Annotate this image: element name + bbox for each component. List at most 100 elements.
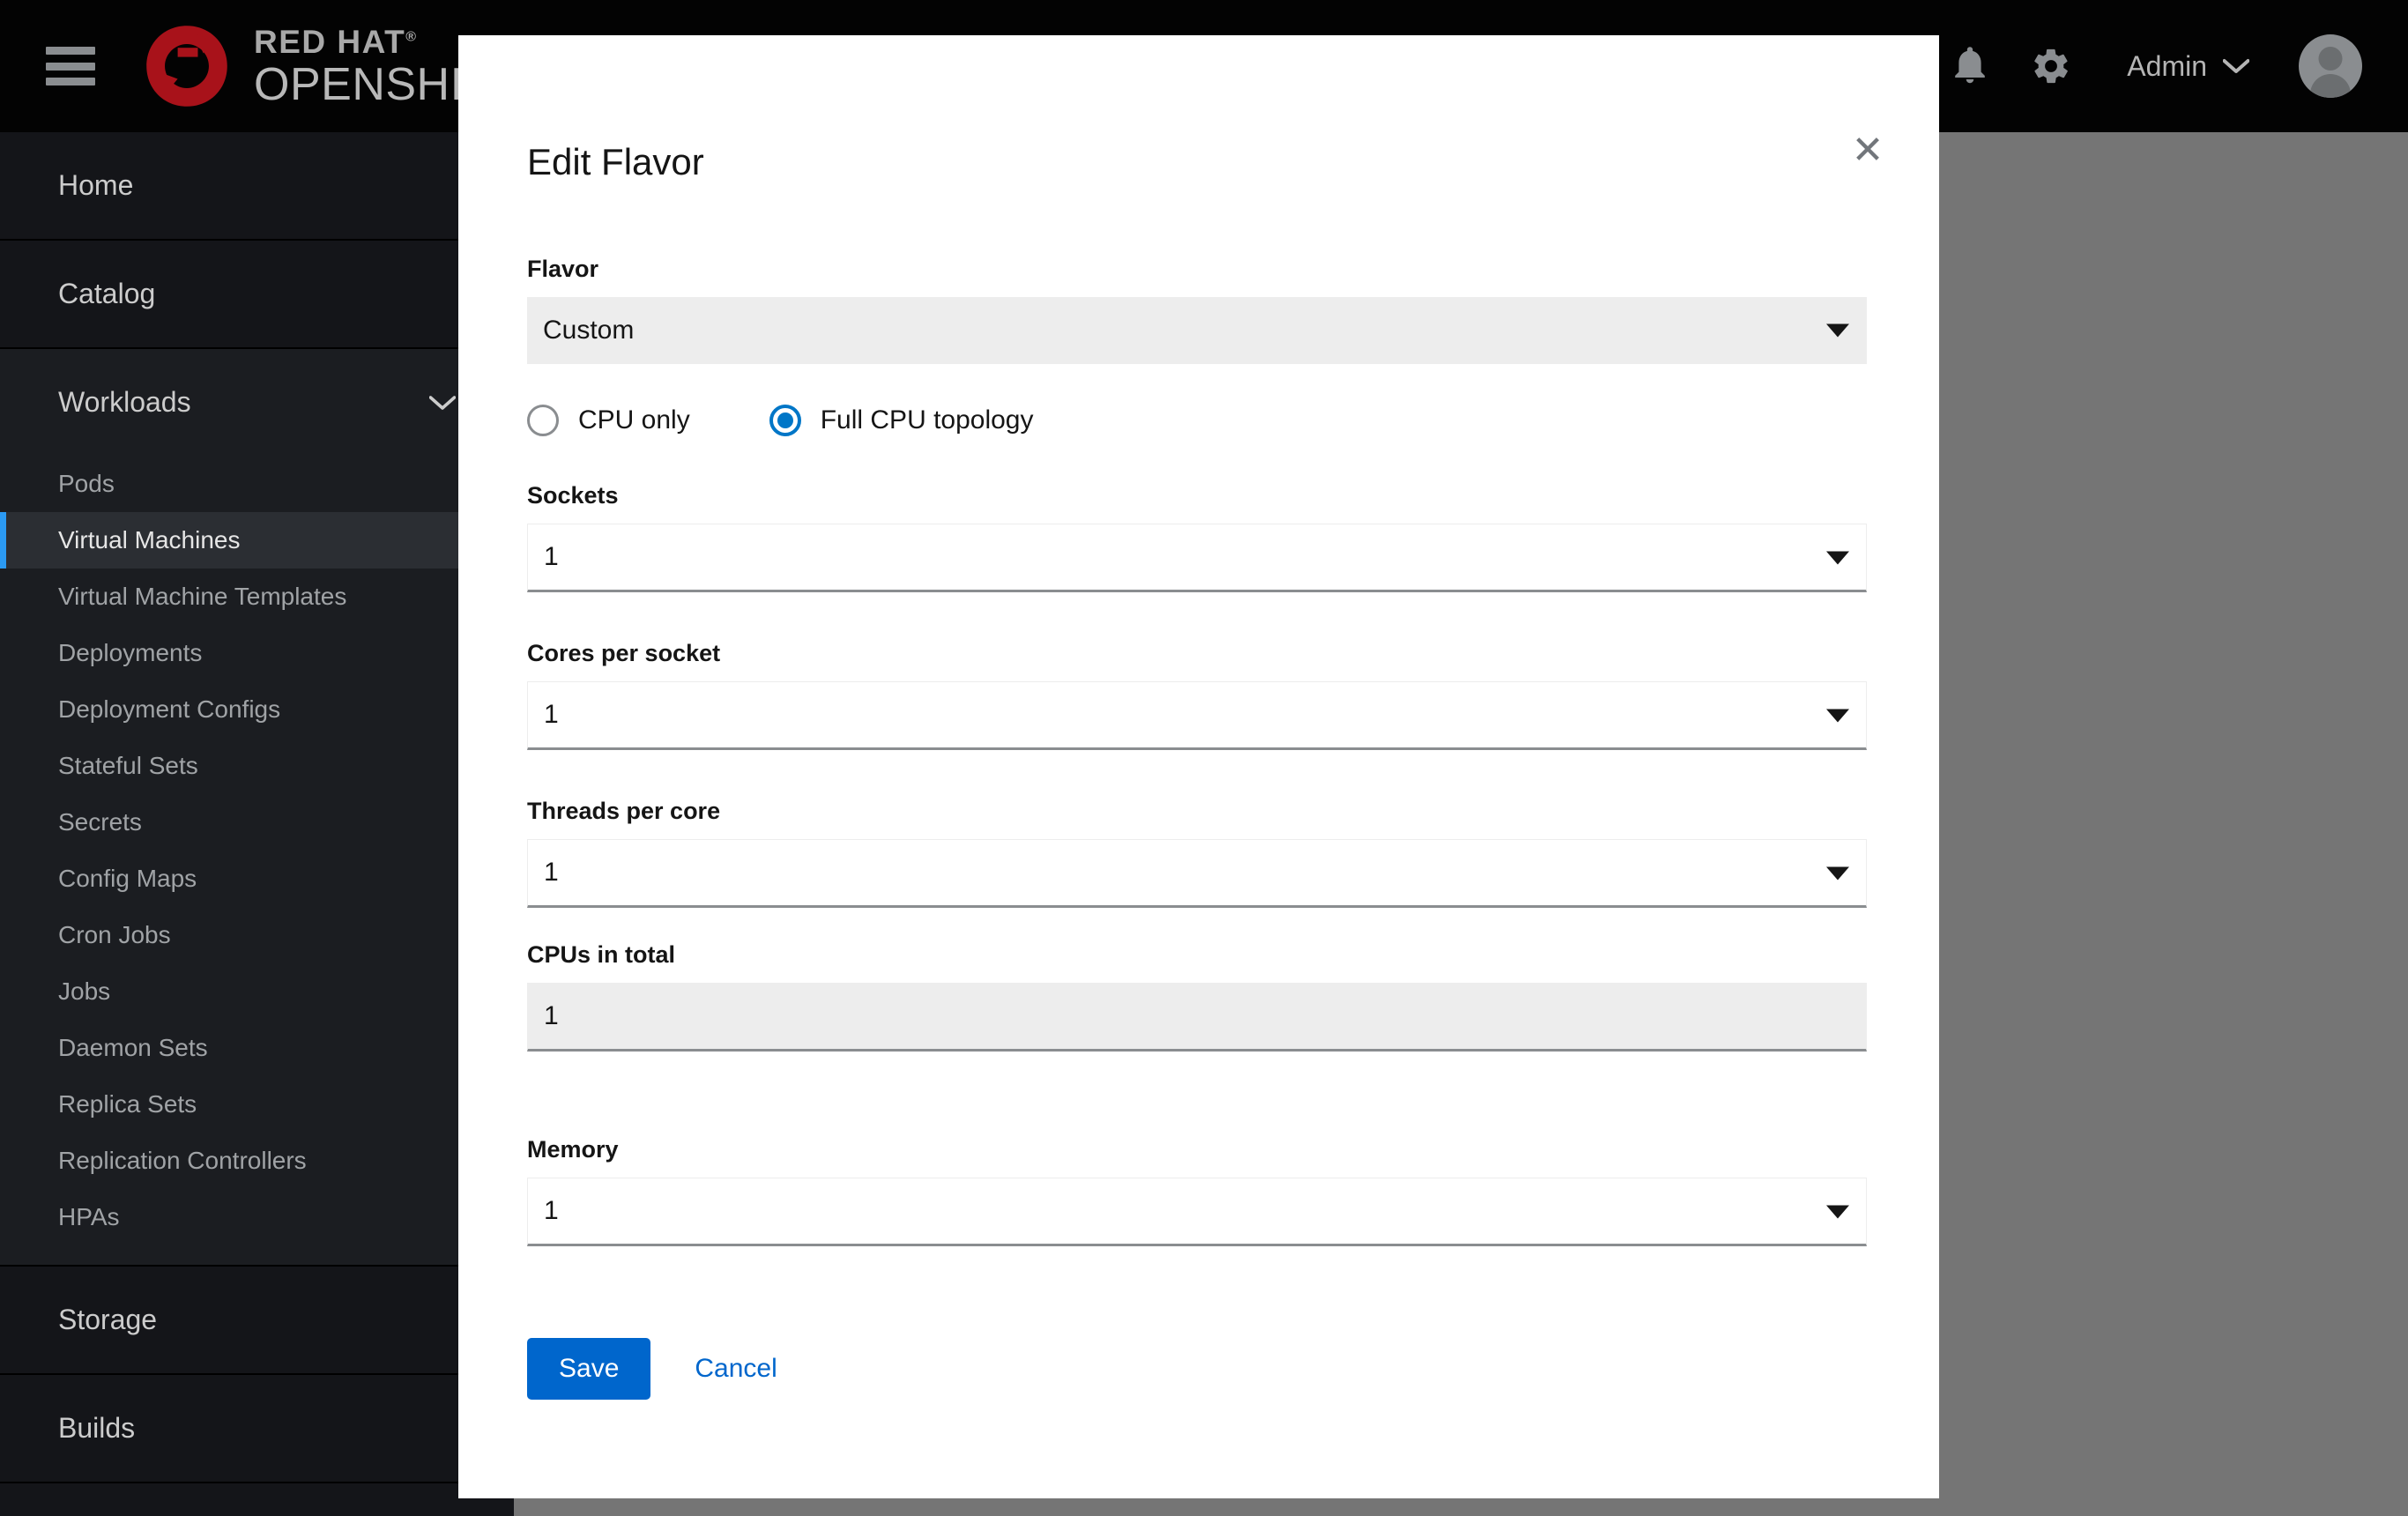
bell-icon[interactable] [1929,26,2010,107]
cpus-in-total-wrap: 1 [527,983,1867,1052]
modal-body: Flavor Custom CPU only Full CPU topology [527,256,1867,1400]
spacer [527,1052,1867,1136]
sidebar-group-workloads[interactable]: Workloads [0,349,514,456]
close-icon-glyph: ✕ [1852,131,1884,170]
sidebar-item-stateful-sets[interactable]: Stateful Sets [0,738,514,794]
sidebar-item-label: Replication Controllers [58,1147,307,1174]
masthead-actions: Admin [1929,0,2362,132]
sidebar-section-storage: Storage [0,1267,514,1375]
app-root: RED HAT® OPENSHIFT® Admin Home [0,0,2408,1516]
sidebar-item-label: Replica Sets [58,1090,197,1118]
spacer [527,908,1867,941]
user-menu-label: Admin [2127,50,2207,83]
sockets-field: Sockets 1 [527,482,1867,592]
sidebar-item-deployment-configs[interactable]: Deployment Configs [0,681,514,738]
sidebar-item-label: Deployments [58,639,202,666]
modal-title: Edit Flavor [527,141,704,183]
hamburger-menu-icon[interactable] [46,47,95,85]
redhat-logo-icon [139,20,234,112]
close-icon[interactable]: ✕ [1847,130,1888,171]
spacer [527,592,1867,640]
sidebar-item-daemon-sets[interactable]: Daemon Sets [0,1020,514,1076]
chevron-down-icon [429,394,456,412]
hamburger-bar [46,63,95,71]
sidebar-item-label: Daemon Sets [58,1034,208,1061]
sidebar-item-virtual-machines[interactable]: Virtual Machines [0,512,514,568]
cores-per-socket-field: Cores per socket 1 [527,640,1867,750]
avatar[interactable] [2299,34,2362,98]
flavor-select-value: Custom [543,316,634,346]
radio-label: CPU only [578,405,690,435]
cpus-in-total-value: 1 [544,1001,559,1031]
sidebar-item-storage[interactable]: Storage [0,1267,514,1373]
cores-per-socket-label: Cores per socket [527,640,1867,667]
flavor-field: Flavor Custom [527,256,1867,364]
sidebar-item-label: Storage [58,1304,157,1335]
memory-field: Memory 1 [527,1136,1867,1246]
sidebar-section-workloads: Workloads Pods Virtual Machines Virtual … [0,349,514,1267]
threads-per-core-field: Threads per core 1 [527,798,1867,908]
sidebar-item-label: Virtual Machines [58,526,240,554]
threads-per-core-select-wrap: 1 [527,839,1867,908]
sidebar-item-label: Cron Jobs [58,921,171,948]
radio-cpu-only[interactable]: CPU only [527,405,690,436]
memory-select-wrap: 1 [527,1178,1867,1246]
sidebar-item-label: Stateful Sets [58,752,198,779]
cpus-in-total-readonly-value: 1 [527,983,1867,1052]
trademark-symbol: ® [405,29,417,44]
memory-select[interactable]: 1 [527,1178,1867,1246]
sidebar-section-home: Home [0,132,514,241]
sidebar-item-replica-sets[interactable]: Replica Sets [0,1076,514,1133]
sidebar-group-label: Workloads [58,386,191,419]
sockets-select[interactable]: 1 [527,524,1867,592]
sidebar-item-hpas[interactable]: HPAs [0,1189,514,1245]
sidebar-item-pods[interactable]: Pods [0,456,514,512]
sidebar-item-monitoring[interactable]: Monitoring [0,1483,514,1516]
sidebar-item-catalog[interactable]: Catalog [0,241,514,347]
radio-checked-icon [769,405,801,436]
sidebar-item-label: Secrets [58,808,142,836]
sidebar-item-label: Config Maps [58,865,197,892]
cancel-button[interactable]: Cancel [680,1354,791,1384]
sidebar-item-config-maps[interactable]: Config Maps [0,851,514,907]
chevron-down-icon [2223,57,2249,75]
sidebar-item-label: Home [58,169,133,201]
gear-icon[interactable] [2010,26,2092,107]
radio-label: Full CPU topology [821,405,1034,435]
sockets-select-value: 1 [544,542,559,572]
sidebar-item-home[interactable]: Home [0,132,514,239]
memory-label: Memory [527,1136,1867,1163]
radio-full-cpu-topology[interactable]: Full CPU topology [769,405,1034,436]
sidebar-section-catalog: Catalog [0,241,514,349]
sidebar-item-label: Catalog [58,278,155,309]
cpus-in-total-field: CPUs in total 1 [527,941,1867,1052]
sidebar-item-secrets[interactable]: Secrets [0,794,514,851]
flavor-select-wrap: Custom [527,297,1867,364]
sidebar-item-label: Deployment Configs [58,695,280,723]
sidebar-item-virtual-machine-templates[interactable]: Virtual Machine Templates [0,568,514,625]
save-button[interactable]: Save [527,1338,650,1400]
user-menu[interactable]: Admin [2092,50,2272,83]
hamburger-bar [46,47,95,55]
sidebar-item-jobs[interactable]: Jobs [0,963,514,1020]
cores-per-socket-select-wrap: 1 [527,681,1867,750]
sidebar-sublist-workloads: Pods Virtual Machines Virtual Machine Te… [0,456,514,1265]
sidebar-item-builds[interactable]: Builds [0,1375,514,1482]
memory-select-value: 1 [544,1196,559,1226]
cpus-in-total-label: CPUs in total [527,941,1867,969]
cores-per-socket-select[interactable]: 1 [527,681,1867,750]
sidebar-item-deployments[interactable]: Deployments [0,625,514,681]
cores-per-socket-select-value: 1 [544,700,559,730]
flavor-select[interactable]: Custom [527,297,1867,364]
threads-per-core-select[interactable]: 1 [527,839,1867,908]
modal-actions: Save Cancel [527,1338,1867,1400]
sidebar-section-monitoring: Monitoring [0,1483,514,1516]
sidebar-item-replication-controllers[interactable]: Replication Controllers [0,1133,514,1189]
radio-unchecked-icon [527,405,559,436]
spacer [527,750,1867,798]
sidebar-item-cron-jobs[interactable]: Cron Jobs [0,907,514,963]
sidebar-item-label: Virtual Machine Templates [58,583,346,610]
sidebar-section-builds: Builds [0,1375,514,1483]
sidebar-item-label: HPAs [58,1203,120,1230]
sidebar-item-label: Jobs [58,977,110,1005]
